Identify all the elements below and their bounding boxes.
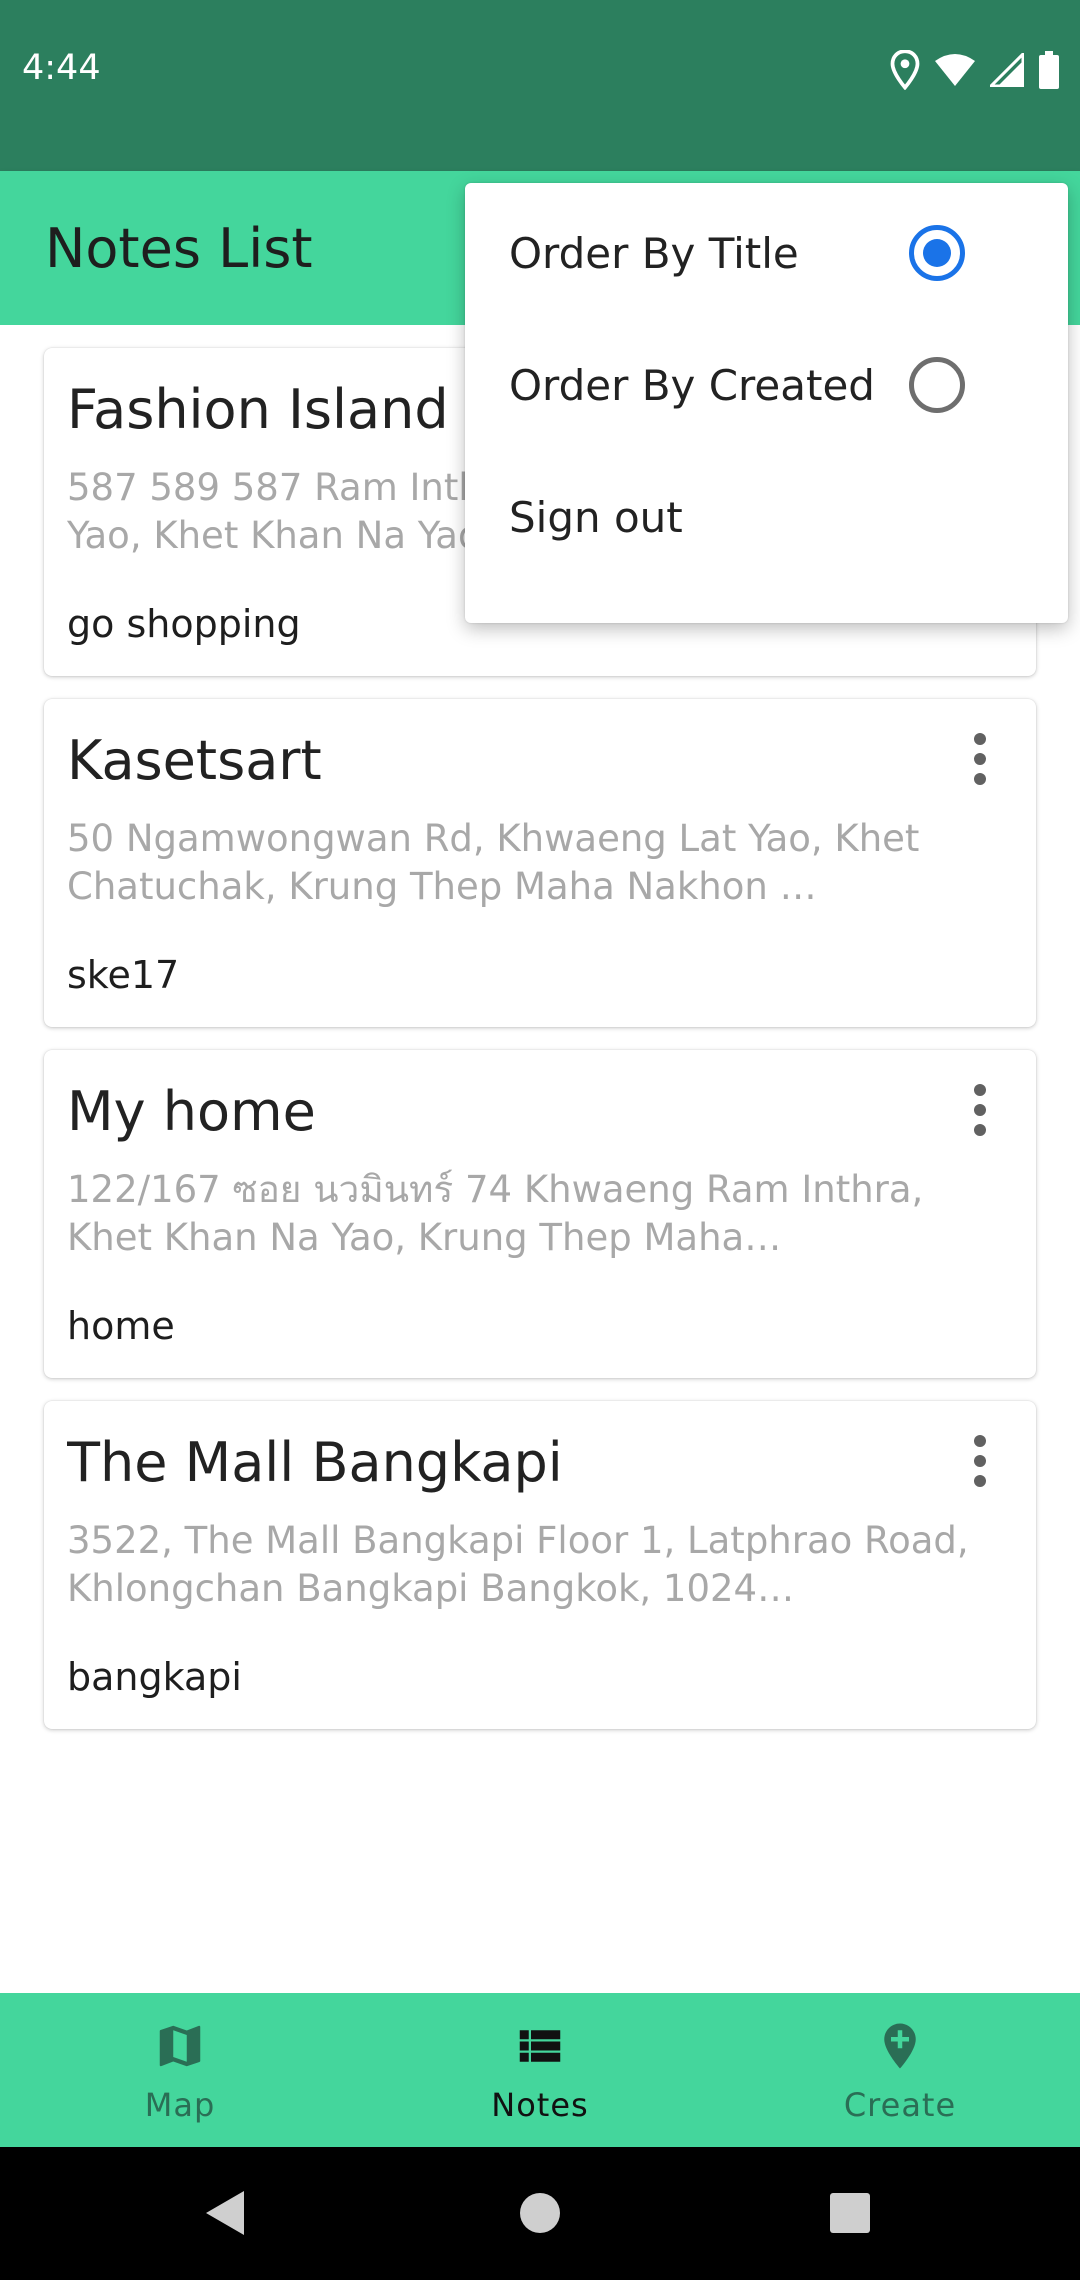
note-title: The Mall Bangkapi (67, 1431, 563, 1494)
nav-label: Map (144, 2086, 216, 2124)
nav-label: Create (843, 2086, 957, 2124)
nav-label: Notes (491, 2086, 589, 2124)
note-card[interactable]: My home 122/167 ซอย นวมินทร์ 74 Khwaeng … (44, 1050, 1036, 1378)
note-address: 122/167 ซอย นวมินทร์ 74 Khwaeng Ram Inth… (67, 1168, 924, 1259)
signal-icon (990, 53, 1024, 87)
page-title: Notes List (45, 217, 313, 280)
note-text: bangkapi (67, 1655, 242, 1699)
note-card[interactable]: The Mall Bangkapi 3522, The Mall Bangkap… (44, 1401, 1036, 1729)
status-time: 4:44 (22, 48, 101, 88)
list-icon (513, 2019, 567, 2077)
menu-item-label: Order By Created (509, 361, 875, 410)
radio-order-by-created[interactable] (909, 357, 965, 413)
note-card[interactable]: Kasetsart 50 Ngamwongwan Rd, Khwaeng Lat… (44, 699, 1036, 1027)
bottom-nav: Map Notes Create (0, 1993, 1080, 2147)
nav-item-map[interactable]: Map (0, 1993, 360, 2147)
menu-item-label: Order By Title (509, 229, 799, 278)
menu-item-order-by-created[interactable]: Order By Created (465, 320, 1068, 452)
more-vert-icon[interactable] (960, 1431, 1000, 1491)
note-text: ske17 (67, 953, 180, 997)
add-location-icon (873, 2019, 927, 2077)
overflow-menu: Order By Title Order By Created Sign out (465, 183, 1068, 623)
system-nav-bar (0, 2147, 1080, 2280)
battery-icon (1038, 51, 1060, 89)
note-text: home (67, 1304, 175, 1348)
note-title: My home (67, 1080, 316, 1143)
note-text: go shopping (67, 602, 301, 646)
note-address: 3522, The Mall Bangkapi Floor 1, Latphra… (67, 1519, 969, 1610)
back-icon[interactable] (200, 2187, 250, 2243)
nav-item-create[interactable]: Create (720, 1993, 1080, 2147)
more-vert-icon[interactable] (960, 729, 1000, 789)
note-title: Kasetsart (67, 729, 322, 792)
menu-item-order-by-title[interactable]: Order By Title (465, 188, 1068, 320)
menu-item-label: Sign out (509, 493, 683, 542)
status-icons (890, 48, 1060, 92)
recents-icon[interactable] (828, 2187, 872, 2243)
menu-item-sign-out[interactable]: Sign out (465, 452, 1068, 584)
wifi-icon (934, 53, 976, 87)
home-icon[interactable] (518, 2187, 562, 2243)
radio-order-by-title[interactable] (909, 225, 965, 281)
nav-item-notes[interactable]: Notes (360, 1993, 720, 2147)
note-address: 50 Ngamwongwan Rd, Khwaeng Lat Yao, Khet… (67, 817, 920, 908)
status-bar: 4:44 (0, 0, 1080, 171)
location-icon (890, 50, 920, 90)
more-vert-icon[interactable] (960, 1080, 1000, 1140)
map-icon (153, 2019, 207, 2077)
